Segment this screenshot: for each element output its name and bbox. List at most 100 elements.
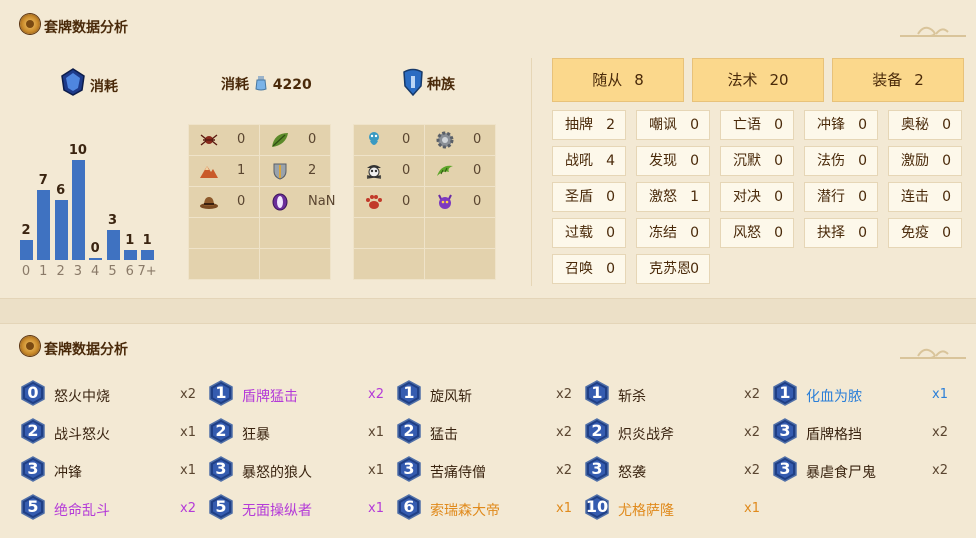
mechanic-tag[interactable]: 冲锋 0	[804, 110, 878, 140]
type-cell	[259, 248, 331, 280]
mechanic-tag[interactable]: 激怒 1	[636, 182, 710, 212]
deck-card-row[interactable]: 3 冲锋 x1	[20, 456, 210, 484]
mechanic-tag[interactable]: 过载 0	[552, 218, 626, 248]
chart-tick-label: 3	[73, 264, 83, 279]
mechanic-tag[interactable]: 圣盾 0	[552, 182, 626, 212]
mechanic-tag[interactable]: 亡语 0	[720, 110, 794, 140]
deck-card-row[interactable]: 1 旋风斩 x2	[396, 380, 586, 408]
card-count: x2	[556, 425, 572, 440]
card-type-label: 装备	[872, 71, 903, 89]
type-count: 0	[308, 132, 317, 147]
chart-tick-label: 0	[21, 264, 31, 279]
deck-card-row[interactable]: 0 怒火中烧 x2	[20, 380, 210, 408]
chart-bar	[89, 258, 103, 260]
mechanic-label: 抉择	[817, 225, 845, 241]
mechanic-tag[interactable]: 激励 0	[888, 146, 962, 176]
dust-header: 消耗 4220	[221, 74, 312, 94]
type-cell: NaN	[259, 186, 335, 218]
card-name: 冲锋	[54, 465, 82, 481]
mechanic-tag[interactable]: 嘲讽 0	[636, 110, 710, 140]
mechanic-label: 潜行	[817, 189, 845, 205]
mechanic-count: 1	[690, 189, 699, 205]
mechanic-tag[interactable]: 对决 0	[720, 182, 794, 212]
mechanic-tag[interactable]: 免疫 0	[888, 218, 962, 248]
race-cell	[353, 248, 425, 280]
deck-card-row[interactable]: 3 暴怒的狼人 x1	[208, 456, 398, 484]
mechanic-tag[interactable]: 抉择 0	[804, 218, 878, 248]
race-count: 0	[402, 163, 411, 178]
card-name: 无面操纵者	[242, 503, 312, 519]
deck-card-row[interactable]: 1 盾牌猛击 x2	[208, 380, 398, 408]
card-name: 盾牌猛击	[242, 389, 298, 405]
mechanic-tag[interactable]: 召唤 0	[552, 254, 626, 284]
mechanic-tag[interactable]: 冻结 0	[636, 218, 710, 248]
mana-cost-value: 2	[215, 421, 227, 440]
chart-bar	[141, 250, 155, 260]
card-name: 盾牌格挡	[806, 427, 862, 443]
card-type-tag[interactable]: 装备 2	[832, 58, 964, 102]
mechanic-label: 圣盾	[565, 189, 593, 205]
deck-card-row[interactable]: 1 斩杀 x2	[584, 380, 774, 408]
chart-value-label: 1	[142, 233, 152, 248]
type-cell: 0	[188, 124, 260, 156]
mechanic-label: 连击	[901, 189, 929, 205]
card-name: 斩杀	[618, 389, 646, 405]
deck-card-row[interactable]: 2 猛击 x2	[396, 418, 586, 446]
ornament-swirl-icon	[900, 348, 966, 359]
card-name: 暴虐食尸鬼	[806, 465, 876, 481]
mana-cost-value: 1	[779, 383, 791, 402]
card-type-tag[interactable]: 随从 8	[552, 58, 684, 102]
race-cell: 0	[424, 186, 496, 218]
deck-card-row[interactable]: 2 炽炎战斧 x2	[584, 418, 774, 446]
deck-card-row[interactable]: 3 苦痛侍僧 x2	[396, 456, 586, 484]
mechanic-count: 0	[942, 117, 951, 133]
section-title: 套牌数据分析	[44, 342, 128, 358]
type-cell: 2	[259, 155, 331, 187]
chart-value-label: 2	[21, 223, 31, 238]
deck-card-row[interactable]: 6 索瑞森大帝 x1	[396, 494, 586, 522]
chart-value-label: 10	[68, 143, 87, 158]
race-cell: 0	[353, 124, 425, 156]
mechanic-tag[interactable]: 克苏恩 0	[636, 254, 710, 284]
mechanic-count: 0	[774, 189, 783, 205]
mechanic-count: 0	[774, 117, 783, 133]
deck-card-row[interactable]: 3 盾牌格挡 x2	[772, 418, 962, 446]
mechanic-tag[interactable]: 连击 0	[888, 182, 962, 212]
card-type-tag[interactable]: 法术 20	[692, 58, 824, 102]
deck-card-row[interactable]: 3 怒袭 x2	[584, 456, 774, 484]
mechanic-count: 0	[858, 153, 867, 169]
card-name: 战斗怒火	[54, 427, 110, 443]
divider	[531, 58, 532, 286]
mechanic-tag[interactable]: 奥秘 0	[888, 110, 962, 140]
mechanic-tag[interactable]: 抽牌 2	[552, 110, 626, 140]
chart-tick-label: 2	[56, 264, 65, 279]
mana-cost-icon: 3	[772, 456, 798, 482]
mechanic-count: 0	[606, 189, 615, 205]
mechanic-tag[interactable]: 法伤 0	[804, 146, 878, 176]
deck-card-row[interactable]: 2 狂暴 x1	[208, 418, 398, 446]
mechanic-tag[interactable]: 战吼 4	[552, 146, 626, 176]
mechanic-tag[interactable]: 发现 0	[636, 146, 710, 176]
chart-bar	[20, 240, 33, 260]
mechanic-label: 过载	[565, 225, 593, 241]
card-count: x1	[556, 501, 572, 516]
race-cell	[424, 248, 496, 280]
mechanic-label: 激怒	[649, 189, 677, 205]
mechanic-count: 0	[774, 153, 783, 169]
deck-card-row[interactable]: 10 尤格萨隆 x1	[584, 494, 774, 522]
deck-card-row[interactable]: 3 暴虐食尸鬼 x2	[772, 456, 962, 484]
deck-card-row[interactable]: 5 无面操纵者 x1	[208, 494, 398, 522]
mechanic-tag[interactable]: 风怒 0	[720, 218, 794, 248]
mechanic-label: 战吼	[565, 153, 593, 169]
mechanic-tag[interactable]: 沉默 0	[720, 146, 794, 176]
mechanic-tag[interactable]: 潜行 0	[804, 182, 878, 212]
race-cell: 0	[424, 124, 496, 156]
card-count: x2	[744, 463, 760, 478]
mechanic-label: 抽牌	[565, 117, 593, 133]
hearthstone-logo-icon	[20, 336, 40, 356]
deck-card-row[interactable]: 1 化血为脓 x1	[772, 380, 962, 408]
deck-card-row[interactable]: 5 绝命乱斗 x2	[20, 494, 210, 522]
card-count: x1	[180, 425, 196, 440]
mana-cost-icon: 3	[20, 456, 46, 482]
deck-card-row[interactable]: 2 战斗怒火 x1	[20, 418, 210, 446]
